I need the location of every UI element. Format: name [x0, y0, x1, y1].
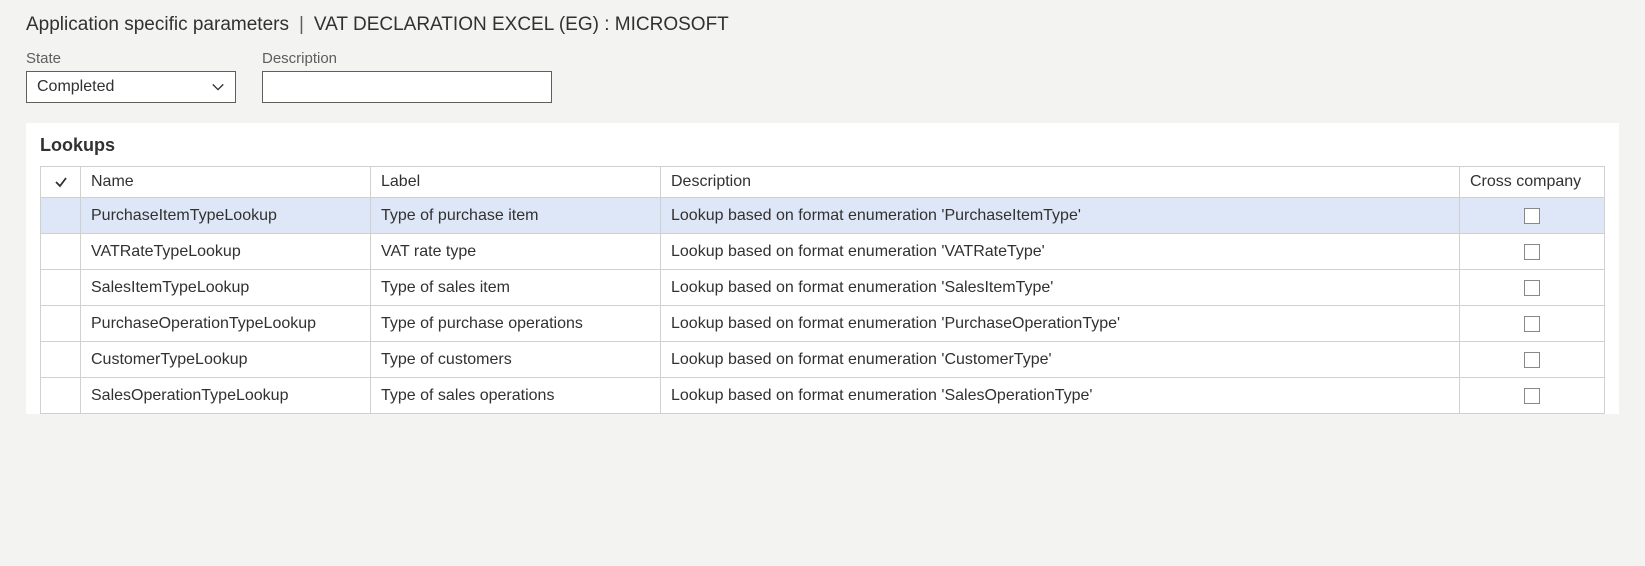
cross-company-checkbox[interactable] — [1524, 280, 1540, 296]
table-row[interactable]: PurchaseItemTypeLookupType of purchase i… — [41, 198, 1605, 234]
row-label: Type of sales item — [371, 270, 661, 306]
row-select-cell[interactable] — [41, 342, 81, 378]
row-label: Type of customers — [371, 342, 661, 378]
breadcrumb-title: Application specific parameters — [26, 14, 289, 36]
row-cross-company[interactable] — [1460, 378, 1605, 414]
row-cross-company[interactable] — [1460, 234, 1605, 270]
table-row[interactable]: SalesItemTypeLookupType of sales itemLoo… — [41, 270, 1605, 306]
state-label: State — [26, 50, 236, 67]
row-name: PurchaseItemTypeLookup — [81, 198, 371, 234]
table-row[interactable]: PurchaseOperationTypeLookupType of purch… — [41, 306, 1605, 342]
row-select-cell[interactable] — [41, 306, 81, 342]
column-header-label[interactable]: Label — [371, 167, 661, 198]
cross-company-checkbox[interactable] — [1524, 316, 1540, 332]
row-description: Lookup based on format enumeration 'Purc… — [661, 198, 1460, 234]
row-cross-company[interactable] — [1460, 342, 1605, 378]
lookups-panel: Lookups Name Label Description Cross com… — [26, 123, 1619, 414]
row-cross-company[interactable] — [1460, 198, 1605, 234]
lookups-grid: Name Label Description Cross company Pur… — [40, 166, 1605, 414]
row-description: Lookup based on format enumeration 'VATR… — [661, 234, 1460, 270]
cross-company-checkbox[interactable] — [1524, 244, 1540, 260]
row-label: Type of purchase operations — [371, 306, 661, 342]
row-name: VATRateTypeLookup — [81, 234, 371, 270]
row-description: Lookup based on format enumeration 'Sale… — [661, 270, 1460, 306]
column-header-name[interactable]: Name — [81, 167, 371, 198]
table-row[interactable]: CustomerTypeLookupType of customersLooku… — [41, 342, 1605, 378]
row-name: SalesOperationTypeLookup — [81, 378, 371, 414]
row-description: Lookup based on format enumeration 'Purc… — [661, 306, 1460, 342]
row-label: Type of sales operations — [371, 378, 661, 414]
row-select-cell[interactable] — [41, 378, 81, 414]
row-name: SalesItemTypeLookup — [81, 270, 371, 306]
chevron-down-icon — [211, 80, 225, 94]
lookups-panel-title: Lookups — [26, 123, 1619, 166]
row-description: Lookup based on format enumeration 'Sale… — [661, 378, 1460, 414]
column-header-description[interactable]: Description — [661, 167, 1460, 198]
breadcrumb-context: VAT DECLARATION EXCEL (EG) : MICROSOFT — [314, 14, 729, 36]
row-description: Lookup based on format enumeration 'Cust… — [661, 342, 1460, 378]
row-label: Type of purchase item — [371, 198, 661, 234]
row-name: CustomerTypeLookup — [81, 342, 371, 378]
checkmark-icon — [53, 174, 69, 190]
row-select-cell[interactable] — [41, 270, 81, 306]
row-cross-company[interactable] — [1460, 270, 1605, 306]
state-dropdown-value: Completed — [37, 78, 211, 96]
row-select-cell[interactable] — [41, 198, 81, 234]
table-row[interactable]: VATRateTypeLookupVAT rate typeLookup bas… — [41, 234, 1605, 270]
breadcrumb-separator: | — [299, 14, 304, 36]
cross-company-checkbox[interactable] — [1524, 208, 1540, 224]
cross-company-checkbox[interactable] — [1524, 388, 1540, 404]
description-label: Description — [262, 50, 552, 67]
table-row[interactable]: SalesOperationTypeLookupType of sales op… — [41, 378, 1605, 414]
breadcrumb: Application specific parameters | VAT DE… — [26, 14, 1619, 36]
row-label: VAT rate type — [371, 234, 661, 270]
row-name: PurchaseOperationTypeLookup — [81, 306, 371, 342]
row-select-cell[interactable] — [41, 234, 81, 270]
row-cross-company[interactable] — [1460, 306, 1605, 342]
state-dropdown[interactable]: Completed — [26, 71, 236, 103]
column-header-select[interactable] — [41, 167, 81, 198]
description-input[interactable] — [262, 71, 552, 103]
column-header-cross-company[interactable]: Cross company — [1460, 167, 1605, 198]
cross-company-checkbox[interactable] — [1524, 352, 1540, 368]
